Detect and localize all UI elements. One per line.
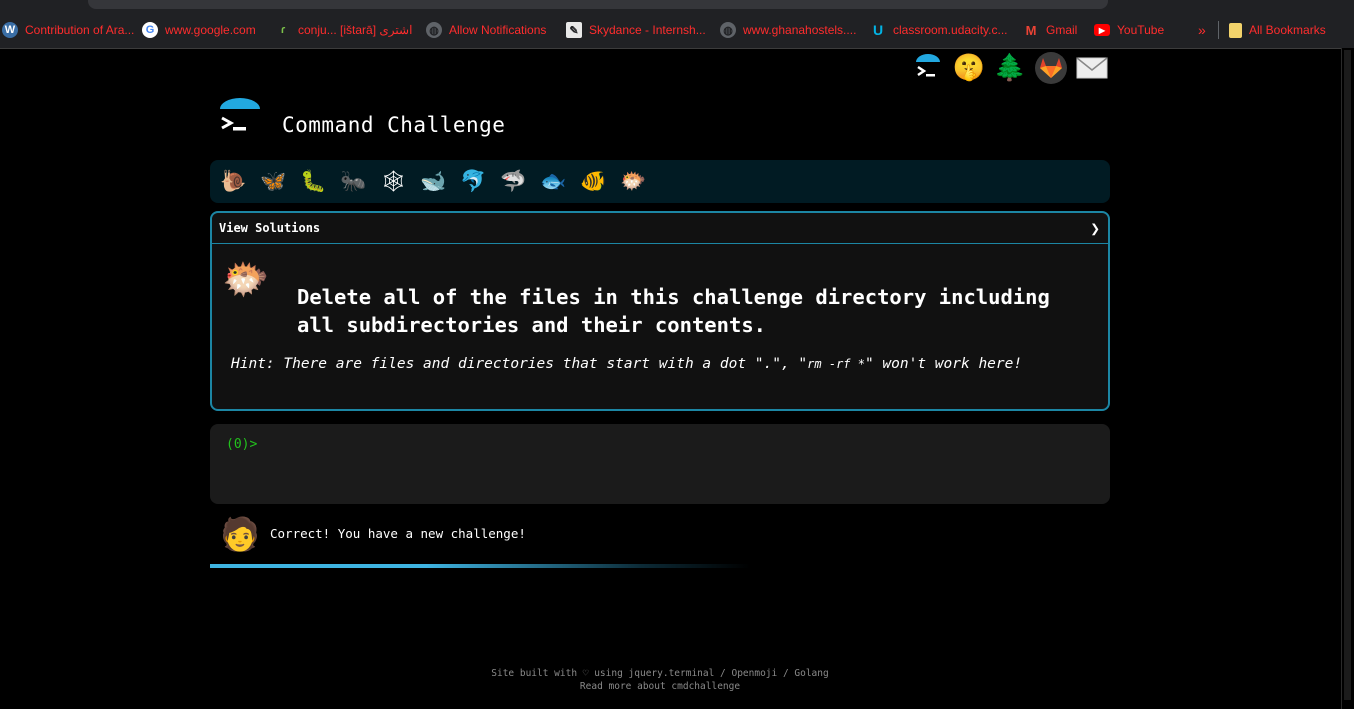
globe-icon: ◍ <box>720 22 736 38</box>
bookmark-youtube[interactable]: ▶ YouTube <box>1094 12 1164 48</box>
bookmark-label: Contribution of Ara... <box>25 23 135 37</box>
page-scrollbar[interactable] <box>1341 48 1354 709</box>
folder-icon <box>1229 22 1242 38</box>
terminal-icon[interactable] <box>912 52 944 84</box>
footer-credits: Site built with ♡ using jquery.terminal … <box>491 668 829 679</box>
chevron-right-icon[interactable]: ❯ <box>1090 219 1100 238</box>
scrollbar-thumb[interactable] <box>1344 50 1351 700</box>
challenge-panel: View Solutions ❯ 🐡 Delete all of the fil… <box>210 211 1110 411</box>
bookmark-contribution[interactable]: W Contribution of Ara... <box>2 12 134 48</box>
mail-icon[interactable] <box>1076 52 1108 84</box>
wordpress-icon: W <box>2 22 18 38</box>
hint-prefix: Hint: There are files and directories th… <box>231 356 808 372</box>
blowfish-avatar-icon: 🐡 <box>222 257 270 301</box>
shushing-face-icon[interactable]: 🤫 <box>953 52 985 84</box>
bookmark-label: Gmail <box>1046 23 1078 37</box>
view-solutions-label: View Solutions <box>219 221 321 235</box>
bookmark-label: conju... [ištarā] اشترى <box>298 23 413 37</box>
bookmark-udacity[interactable]: U classroom.udacity.c... <box>870 12 1008 48</box>
command-challenge-logo-icon <box>218 98 262 142</box>
page-title: Command Challenge <box>282 113 506 137</box>
footer-read-more-link[interactable]: Read more about cmdchallenge <box>0 681 1320 692</box>
tropical-fish-icon[interactable]: 🐠 <box>578 166 609 197</box>
bookmark-label: YouTube <box>1117 23 1165 37</box>
bookmark-allow-notifications[interactable]: ◍ Allow Notifications <box>426 12 546 48</box>
tree-icon[interactable]: 🌲 <box>994 52 1026 84</box>
top-nav-icons: 🤫 🌲 <box>912 52 1108 84</box>
challenge-task: Delete all of the files in this challeng… <box>297 285 1050 337</box>
bookmark-conju[interactable]: ɾ conju... [ištarā] اشترى <box>275 12 413 48</box>
challenge-progress-creatures: 🐌 🦋 🐛 🐜 🕸 🐋 🐬 🦈 🐟 🐠 🐡 <box>210 160 1110 203</box>
bookmark-green-icon: ɾ <box>280 24 286 36</box>
bookmark-gmail[interactable]: M Gmail <box>1023 12 1078 48</box>
blowfish-icon[interactable]: 🐡 <box>618 166 649 197</box>
globe-icon: ◍ <box>426 22 442 38</box>
hint-code: rm -rf * <box>807 357 865 371</box>
bookmark-label: www.google.com <box>165 23 256 37</box>
bookmarks-overflow-chevron[interactable]: » <box>1198 12 1206 48</box>
ant-icon[interactable]: 🐜 <box>338 166 369 197</box>
bookmark-label: Skydance - Internsh... <box>589 23 706 37</box>
terminal-cursor <box>257 436 264 450</box>
shark-icon[interactable]: 🦈 <box>498 166 529 197</box>
view-solutions-toggle[interactable]: View Solutions ❯ <box>212 213 1108 244</box>
browser-tab-strip <box>0 0 1354 48</box>
challenge-hint: Hint: There are files and directories th… <box>231 356 1022 372</box>
spider-web-icon[interactable]: 🕸 <box>378 166 409 197</box>
youtube-icon: ▶ <box>1094 24 1110 36</box>
bookmarks-separator <box>1218 21 1219 39</box>
bookmark-label: Allow Notifications <box>449 23 547 37</box>
bookmark-ghanahostels[interactable]: ◍ www.ghanahostels.... <box>720 12 856 48</box>
bookmark-label: classroom.udacity.c... <box>893 23 1008 37</box>
prompt-text: (0)> <box>226 437 258 452</box>
gitlab-fox-icon[interactable] <box>1035 52 1067 84</box>
dolphin-icon[interactable]: 🐬 <box>458 166 489 197</box>
snail-icon[interactable]: 🐌 <box>218 166 249 197</box>
butterfly-icon[interactable]: 🦋 <box>258 166 289 197</box>
whale-icon[interactable]: 🐋 <box>418 166 449 197</box>
all-bookmarks[interactable]: All Bookmarks <box>1229 12 1326 48</box>
google-icon: G <box>142 22 158 38</box>
pen-icon: ✎ <box>566 22 582 38</box>
fish-icon[interactable]: 🐟 <box>538 166 569 197</box>
caterpillar-icon[interactable]: 🐛 <box>298 166 329 197</box>
bookmarks-bar: W Contribution of Ara... G www.google.co… <box>0 12 1354 49</box>
progress-bar <box>210 564 750 568</box>
bookmark-label: www.ghanahostels.... <box>743 23 857 37</box>
bookmark-skydance[interactable]: ✎ Skydance - Internsh... <box>566 12 706 48</box>
feedback-message: Correct! You have a new challenge! <box>270 526 526 541</box>
address-bar[interactable] <box>88 0 1108 9</box>
terminal[interactable]: (0)> <box>210 424 1110 504</box>
gmail-icon: M <box>1025 22 1037 38</box>
udacity-icon: U <box>872 22 884 38</box>
hint-suffix: " won't work here! <box>864 356 1023 372</box>
bookmark-google[interactable]: G www.google.com <box>142 12 256 48</box>
all-bookmarks-label: All Bookmarks <box>1249 23 1326 37</box>
person-icon: 🧑 <box>220 515 260 553</box>
terminal-prompt[interactable]: (0)> <box>226 436 264 452</box>
